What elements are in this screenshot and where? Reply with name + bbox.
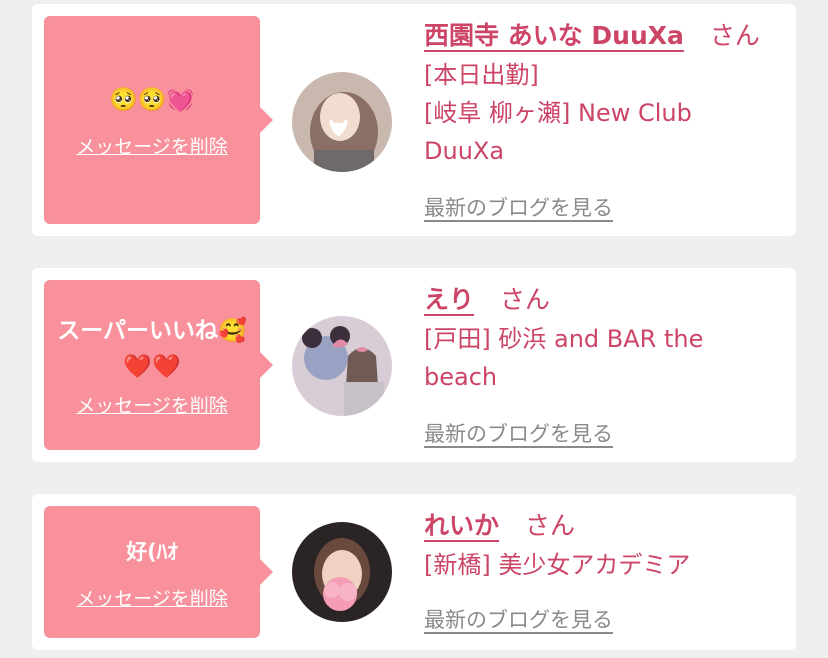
honorific: さん (709, 21, 760, 50)
honorific: さん (524, 511, 575, 540)
message-text: 🥺🥺💓 (109, 86, 195, 113)
message-card: スーパーいいね🥰 ❤️❤️ メッセージを削除 えり さん [戸田] 砂浜 and… (32, 268, 796, 462)
avatar-photo-icon (292, 522, 392, 622)
delete-message-link[interactable]: メッセージを削除 (76, 584, 228, 611)
shop-text-continued: DuuXa (424, 137, 505, 165)
delete-message-link[interactable]: メッセージを削除 (76, 132, 228, 159)
profile-info: 西園寺 あいな DuuXa さん [本日出勤] [岐阜 柳ヶ瀬] New Clu… (424, 16, 780, 170)
shop-text-continued: beach (424, 363, 498, 391)
message-card: 好(ﾊｵ メッセージを削除 れいか さん [新橋] 美少女アカデミア 最新のブロ… (32, 494, 796, 650)
honorific: さん (499, 285, 550, 314)
profile-name-link[interactable]: れいか (424, 511, 499, 540)
message-bubble: 🥺🥺💓 メッセージを削除 (44, 16, 260, 224)
shop-text: [戸田] 砂浜 and BAR the (424, 325, 704, 353)
message-card: 🥺🥺💓 メッセージを削除 西園寺 あいな DuuXa さん [本日出勤] [岐阜… (32, 4, 796, 236)
latest-blog-link[interactable]: 最新のブログを見る (424, 192, 613, 222)
profile-info: れいか さん [新橋] 美少女アカデミア (424, 506, 780, 584)
profile-info: えり さん [戸田] 砂浜 and BAR the beach (424, 280, 780, 396)
avatar[interactable] (292, 316, 392, 416)
message-bubble: 好(ﾊｵ メッセージを削除 (44, 506, 260, 638)
shop-text: [新橋] 美少女アカデミア (424, 551, 691, 579)
latest-blog-link[interactable]: 最新のブログを見る (424, 604, 613, 634)
avatar[interactable] (292, 522, 392, 622)
message-text-continued: ❤️❤️ (123, 353, 181, 380)
message-bubble: スーパーいいね🥰 ❤️❤️ メッセージを削除 (44, 280, 260, 450)
message-text: 好(ﾊｵ (126, 539, 178, 564)
avatar-photo-icon (292, 316, 392, 416)
shop-text: [岐阜 柳ヶ瀬] New Club (424, 99, 692, 127)
avatar[interactable] (292, 72, 392, 172)
latest-blog-link[interactable]: 最新のブログを見る (424, 418, 613, 448)
message-text: スーパーいいね🥰 (57, 317, 247, 344)
profile-name-link[interactable]: 西園寺 あいな DuuXa (424, 21, 684, 50)
delete-message-link[interactable]: メッセージを削除 (76, 391, 228, 418)
status-text: [本日出勤] (424, 61, 539, 89)
profile-name-link[interactable]: えり (424, 285, 474, 314)
avatar-photo-icon (292, 72, 392, 172)
